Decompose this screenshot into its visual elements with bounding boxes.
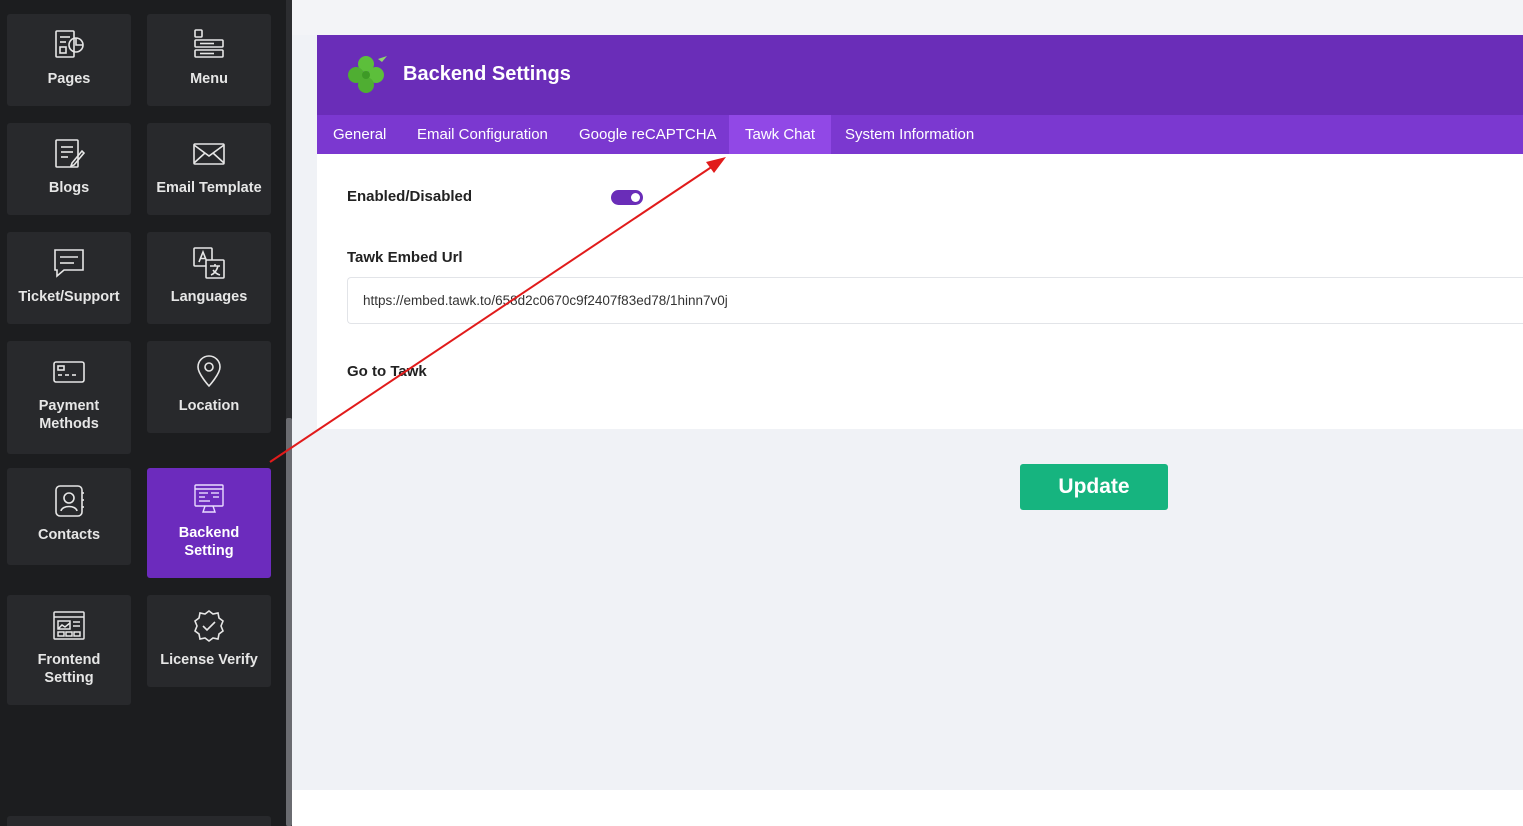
envelope-icon [193,143,225,165]
enabled-label: Enabled/Disabled [347,188,473,205]
sidebar-item-label: Backend Setting [178,525,240,559]
embed-url-label: Tawk Embed Url [347,249,463,266]
frontend-icon [53,611,85,640]
tawk-chat-panel: Enabled/Disabled Tawk Embed Url Go to Ta… [317,154,1523,429]
tab-general[interactable]: General [317,115,402,154]
enabled-toggle[interactable] [611,190,643,205]
sidebar-item-license-verify[interactable]: License Verify [147,595,271,687]
sidebar-item-label: Frontend Setting [37,652,101,686]
update-button[interactable]: Update [1020,464,1168,510]
chat-icon [54,249,84,278]
sidebar-item-label: License Verify [160,652,258,668]
sidebar-item-location[interactable]: Location [147,341,271,433]
tab-email-configuration[interactable]: Email Configuration [401,115,564,154]
sidebar-item-label: Languages [170,289,248,305]
contact-icon [55,485,84,517]
footer-area [292,790,1523,826]
sidebar-item-pages[interactable]: Pages [7,14,131,106]
card-icon [53,361,85,383]
sidebar-item-blogs[interactable]: Blogs [7,123,131,215]
sidebar-item-contacts[interactable]: Contacts [7,468,131,565]
sidebar-item-backend-setting[interactable]: Backend Setting [147,468,271,578]
tab-tawk-chat[interactable]: Tawk Chat [729,115,832,154]
sidebar-item-payment-methods[interactable]: Payment Methods [7,341,131,454]
blogs-icon [55,139,86,168]
sidebar-item-label: Payment Methods [38,398,100,432]
sidebar-item-email-template[interactable]: Email Template [147,123,271,215]
map-pin-icon [197,355,221,388]
sidebar-item-label: Location [178,398,240,414]
sidebar-item-label: Contacts [37,527,101,543]
sidebar-item-label: Pages [47,71,91,87]
go-to-tawk-link[interactable]: Go to Tawk [347,363,427,380]
top-strip [292,0,1523,35]
tawk-embed-url-input[interactable] [347,277,1523,324]
tab-system-information[interactable]: System Information [829,115,990,154]
toggle-knob [631,193,640,202]
sidebar-item-frontend-setting[interactable]: Frontend Setting [7,595,131,705]
sidebar-item-label: Ticket/Support [18,289,120,305]
badge-check-icon [194,610,224,642]
sidebar-item-label: Menu [190,71,228,87]
tab-google-recaptcha[interactable]: Google reCAPTCHA [563,115,733,154]
content-background [292,429,1523,790]
sidebar: Pages Menu Blogs Email Template Ticket/S… [0,0,286,826]
monitor-code-icon [194,484,224,513]
menu-icon [194,29,224,58]
sidebar-item-partial[interactable] [7,816,271,826]
settings-tabs: General Email Configuration Google reCAP… [317,115,1523,154]
clover-logo-icon [348,56,387,93]
sidebar-item-menu[interactable]: Menu [147,14,271,106]
translate-icon [193,247,225,279]
sidebar-item-label: Blogs [48,180,90,196]
page-title: Backend Settings [403,63,571,85]
sidebar-item-ticket-support[interactable]: Ticket/Support [7,232,131,324]
sidebar-item-languages[interactable]: Languages [147,232,271,324]
pages-icon [55,30,84,58]
settings-header: Backend Settings [317,35,1523,115]
sidebar-item-label: Email Template [156,180,262,196]
